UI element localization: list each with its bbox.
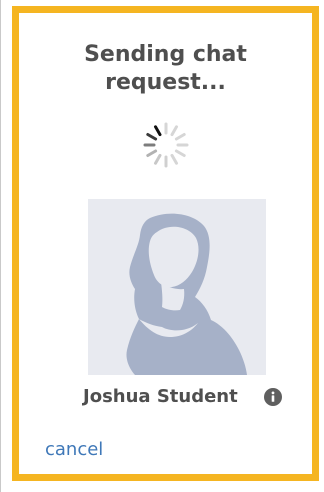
chat-request-dialog: Sending chat request... Joshua Student c… [12, 6, 319, 481]
profile-silhouette-icon [88, 199, 266, 375]
info-icon[interactable] [264, 388, 282, 406]
window-edge [0, 0, 1, 492]
dialog-title: Sending chat request... [19, 41, 312, 97]
loading-spinner-icon [143, 122, 189, 168]
dialog-title-line-2: request... [105, 70, 226, 95]
contact-name: Joshua Student [83, 386, 238, 407]
cancel-link[interactable]: cancel [45, 438, 103, 462]
avatar [88, 199, 266, 375]
dialog-title-line-1: Sending chat [84, 42, 247, 67]
contact-row: Joshua Student [19, 383, 312, 411]
